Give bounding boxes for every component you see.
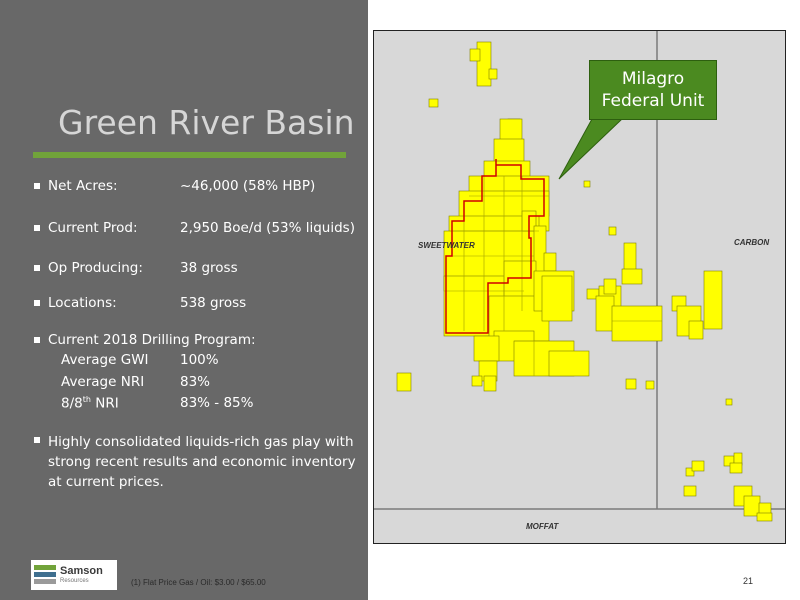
bullet-marker [34,437,40,443]
bullet-label: Current Prod: [48,220,138,236]
drilling-88-label-tail: NRI [90,395,119,412]
callout-line-1: Milagro [621,69,685,89]
bullet-marker [34,183,40,189]
footnote: (1) Flat Price Gas / Oil: $3.00 / $65.00 [131,578,266,587]
bullet-value: 38 gross [180,260,238,276]
callout-pointer [558,118,624,180]
bullet-marker [34,225,40,231]
slide-title: Green River Basin [58,103,355,142]
bullet-marker [34,337,40,343]
drilling-gwi-label: Average GWI [61,352,149,368]
logo-name: Samson [60,565,103,577]
drilling-gwi-value: 100% [180,352,219,368]
bullet-label: Net Acres: [48,178,118,194]
drilling-88-label: 8/8th NRI [61,395,119,412]
logo-sub: Resources [60,578,89,584]
drilling-88-value: 83% - 85% [180,395,254,411]
bullet-label: Locations: [48,295,117,311]
drilling-nri-value: 83% [180,374,211,390]
bullet-value: 2,950 Boe/d (53% liquids) [180,220,355,236]
summary-text: Highly consolidated liquids-rich gas pla… [48,434,356,490]
left-panel: Green River Basin Net Acres: ~46,000 (58… [0,0,368,600]
bullet-label: Current 2018 Drilling Program: [48,332,256,348]
county-label-carbon: CARBON [734,238,770,247]
page-number: 21 [743,576,754,586]
company-logo: Samson Resources [31,560,117,590]
acreage-map: SWEETWATER CARBON MOFFAT [373,30,786,544]
drilling-88-label-main: 8/8 [61,395,83,412]
title-underline [33,152,346,158]
bullet-label: Op Producing: [48,260,143,276]
bullet-value: 538 gross [180,295,247,311]
bullet-marker [34,300,40,306]
county-label-sweetwater: SWEETWATER [418,241,475,250]
drilling-88-label-sup: th [82,395,91,404]
bullet-marker [34,265,40,271]
callout-line-2: Federal Unit [601,91,705,111]
drilling-nri-label: Average NRI [61,374,145,390]
bullet-value: ~46,000 (58% HBP) [180,178,316,194]
milagro-callout: Milagro Federal Unit [589,60,717,120]
county-label-moffat: MOFFAT [526,522,559,531]
map-graphic [374,31,785,522]
